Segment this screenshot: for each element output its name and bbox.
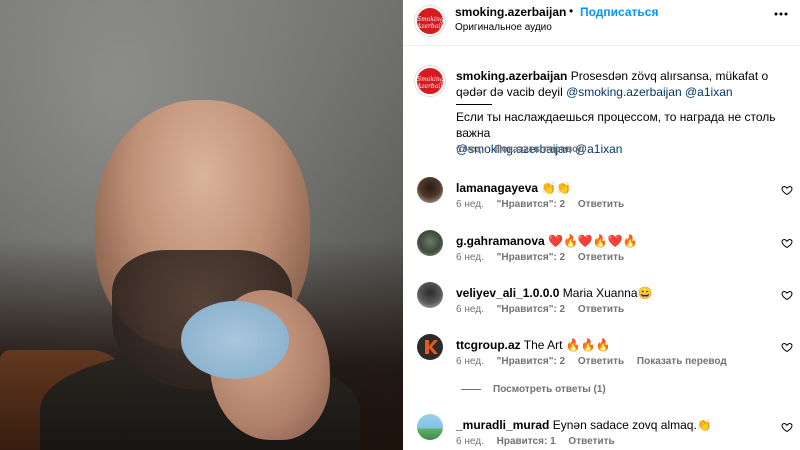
comment-body: The Art 🔥🔥🔥: [523, 338, 611, 352]
comment-meta: 6 нед. "Нравится": 2 Ответить: [456, 252, 624, 263]
comment-reply-button[interactable]: Ответить: [578, 199, 624, 210]
comment-translate-link[interactable]: Показать перевод: [637, 356, 727, 367]
caption-divider: [456, 104, 492, 105]
comment-likes[interactable]: "Нравится": 2: [497, 252, 566, 263]
comment-item: veliyev_ali_1.0.0.0 Maria Xuanna😄 6 нед.…: [403, 282, 800, 334]
caption-mention-1[interactable]: @smoking.azerbaijan: [566, 85, 682, 99]
comment-time[interactable]: 6 нед.: [456, 252, 484, 263]
comment-username[interactable]: lamanagayeva: [456, 181, 538, 195]
reel-media[interactable]: [0, 0, 403, 450]
comment-username[interactable]: veliyev_ali_1.0.0.0: [456, 286, 559, 300]
comment-text: _muradli_murad Eynən sadace zovq almaq.👏: [456, 418, 712, 432]
like-heart-icon[interactable]: [781, 289, 793, 301]
ttc-logo-icon: [425, 340, 438, 354]
comment-reply-button[interactable]: Ответить: [578, 304, 624, 315]
comment-time[interactable]: 6 нед.: [456, 356, 484, 367]
comment-reply-button[interactable]: Ответить: [578, 356, 624, 367]
comment-body: ❤️🔥❤️🔥❤️🔥: [548, 234, 638, 248]
comment-username[interactable]: _muradli_murad: [456, 418, 549, 432]
comment-time[interactable]: 6 нед.: [456, 436, 484, 447]
separator-dot: •: [569, 4, 574, 18]
like-heart-icon[interactable]: [781, 341, 793, 353]
commenter-avatar[interactable]: [417, 177, 443, 203]
commenter-avatar[interactable]: [417, 414, 443, 440]
more-options-icon[interactable]: [773, 6, 789, 27]
post-header: SmokingAzerbaijan smoking.azerbaijan • П…: [403, 0, 800, 46]
blur-overlay: [181, 301, 289, 379]
audio-label[interactable]: Оригинальное аудио: [455, 22, 552, 33]
comment-meta: 6 нед. "Нравится": 2 Ответить: [456, 199, 624, 210]
author-avatar[interactable]: SmokingAzerbaijan: [415, 6, 445, 36]
comment-reply-button[interactable]: Ответить: [568, 436, 614, 447]
comment-body: 👏👏: [541, 181, 572, 195]
like-heart-icon[interactable]: [781, 184, 793, 196]
comment-item: _muradli_murad Eynən sadace zovq almaq.👏…: [403, 414, 800, 450]
replies-line: [461, 388, 481, 390]
caption-time[interactable]: 6 нед.: [456, 144, 484, 155]
comment-body: Maria Xuanna😄: [562, 286, 653, 300]
comment-likes[interactable]: Нравится: 1: [497, 436, 556, 447]
author-username[interactable]: smoking.azerbaijan: [455, 5, 566, 19]
comment-time[interactable]: 6 нед.: [456, 304, 484, 315]
comment-item: ttcgroup.az The Art 🔥🔥🔥 6 нед. "Нравится…: [403, 334, 800, 386]
commenter-avatar[interactable]: [417, 230, 443, 256]
caption-username[interactable]: smoking.azerbaijan: [456, 69, 567, 83]
comment-text: g.gahramanova ❤️🔥❤️🔥❤️🔥: [456, 234, 638, 248]
comment-username[interactable]: g.gahramanova: [456, 234, 545, 248]
commenter-avatar[interactable]: [417, 334, 443, 360]
comment-text: veliyev_ali_1.0.0.0 Maria Xuanna😄: [456, 286, 652, 300]
comment-text: ttcgroup.az The Art 🔥🔥🔥: [456, 338, 611, 352]
caption-mention-2[interactable]: @a1ixan: [685, 85, 733, 99]
comment-reply-button[interactable]: Ответить: [578, 252, 624, 263]
comment-text: lamanagayeva 👏👏: [456, 181, 571, 195]
caption-meta: 6 нед. Показать перевод: [456, 144, 584, 155]
view-replies-label: Посмотреть ответы (1): [493, 384, 606, 395]
like-heart-icon[interactable]: [781, 237, 793, 249]
view-replies-button[interactable]: Посмотреть ответы (1): [461, 384, 606, 395]
comment-time[interactable]: 6 нед.: [456, 199, 484, 210]
side-panel: SmokingAzerbaijan smoking.azerbaijan • П…: [403, 0, 800, 450]
like-heart-icon[interactable]: [781, 421, 793, 433]
comment-likes[interactable]: "Нравится": 2: [497, 199, 566, 210]
caption-ru: Если ты наслаждаешься процессом, то нагр…: [456, 110, 776, 140]
comment-username[interactable]: ttcgroup.az: [456, 338, 521, 352]
comment-likes[interactable]: "Нравится": 2: [497, 356, 566, 367]
comment-body: Eynən sadace zovq almaq.👏: [552, 418, 712, 432]
comment-meta: 6 нед. Нравится: 1 Ответить: [456, 436, 615, 447]
follow-button[interactable]: Подписаться: [580, 5, 658, 19]
commenter-avatar[interactable]: [417, 282, 443, 308]
caption-translate-link[interactable]: Показать перевод: [495, 144, 585, 155]
caption-avatar[interactable]: SmokingAzerbaijan: [415, 66, 445, 96]
comment-meta: 6 нед. "Нравится": 2 Ответить Показать п…: [456, 356, 727, 367]
comment-meta: 6 нед. "Нравится": 2 Ответить: [456, 304, 624, 315]
comment-item: g.gahramanova ❤️🔥❤️🔥❤️🔥 6 нед. "Нравится…: [403, 230, 800, 282]
comment-likes[interactable]: "Нравится": 2: [497, 304, 566, 315]
comment-item: lamanagayeva 👏👏 6 нед. "Нравится": 2 Отв…: [403, 177, 800, 229]
